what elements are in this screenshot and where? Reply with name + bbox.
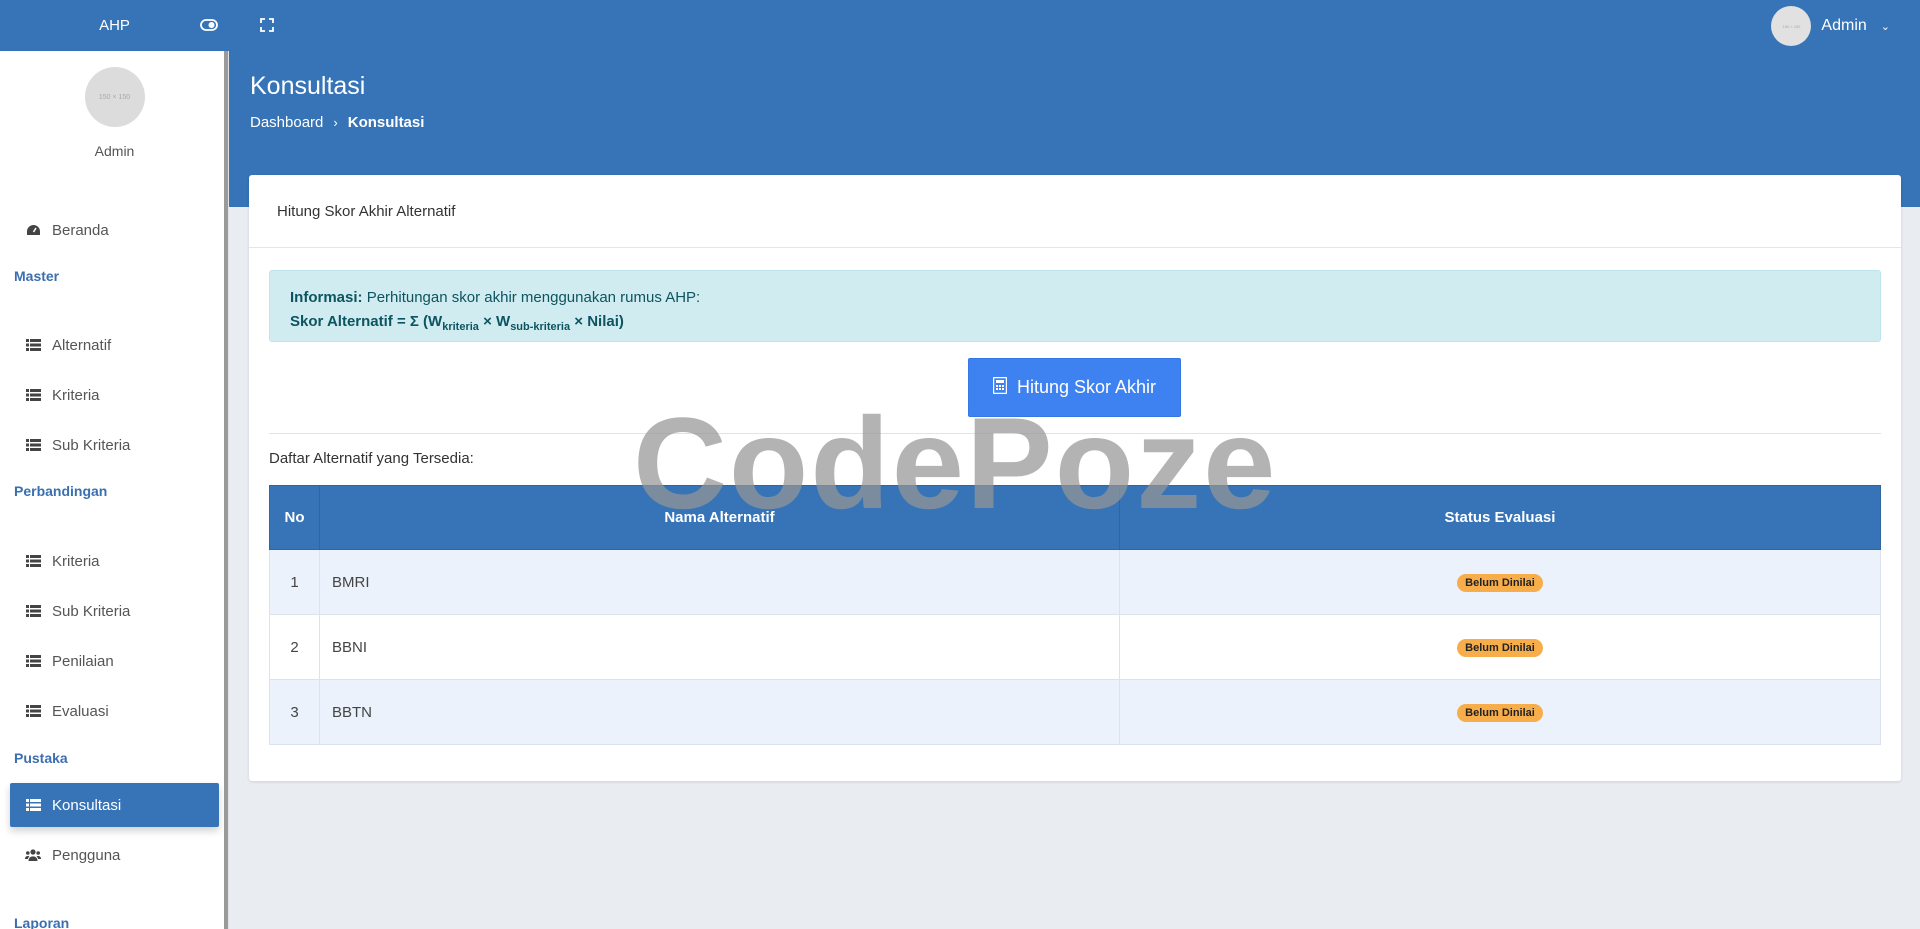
alert-formula: Skor Alternatif = Σ (Wkriteria × Wsub-kr… bbox=[290, 310, 1860, 339]
sidebar-item-label: Evaluasi bbox=[52, 702, 109, 720]
breadcrumb: Dashboard › Konsultasi bbox=[250, 114, 424, 131]
button-label: Hitung Skor Akhir bbox=[1016, 377, 1157, 397]
info-alert: Informasi: Perhitungan skor akhir menggu… bbox=[269, 270, 1881, 342]
dashboard-icon bbox=[24, 223, 42, 237]
list-icon bbox=[24, 654, 42, 668]
formula-label: Skor Alternatif bbox=[290, 313, 393, 330]
cell-name: BMRI bbox=[319, 549, 1120, 615]
sidebar-toggle-icon[interactable] bbox=[198, 14, 220, 36]
user-menu[interactable]: 150 × 150 Admin ⌄ bbox=[1771, 6, 1890, 46]
table-header-row: No Nama Alternatif Status Evaluasi bbox=[269, 485, 1881, 550]
sidebar-item-perbandingan-sub-kriteria[interactable]: Sub Kriteria bbox=[10, 589, 219, 633]
sidebar-item-kriteria[interactable]: Kriteria bbox=[10, 373, 219, 417]
breadcrumb-dashboard-link[interactable]: Dashboard bbox=[250, 114, 323, 131]
list-icon bbox=[24, 554, 42, 568]
sidebar-profile: 150 × 150 Admin bbox=[0, 67, 228, 159]
sidebar-item-perbandingan-kriteria[interactable]: Kriteria bbox=[10, 539, 219, 583]
cell-no: 2 bbox=[269, 614, 320, 680]
divider bbox=[269, 433, 1881, 434]
cell-status: Belum Dinilai bbox=[1119, 679, 1881, 745]
sidebar-item-label: Pengguna bbox=[52, 846, 121, 864]
formula-part: × Nilai) bbox=[570, 313, 624, 330]
sidebar-item-label: Sub Kriteria bbox=[52, 436, 131, 454]
cell-status: Belum Dinilai bbox=[1119, 614, 1881, 680]
table-row: 3 BBTN Belum Dinilai bbox=[269, 679, 1881, 745]
chevron-right-icon: › bbox=[333, 115, 338, 130]
table-row: 1 BMRI Belum Dinilai bbox=[269, 549, 1881, 615]
status-badge: Belum Dinilai bbox=[1457, 703, 1543, 722]
chevron-down-icon: ⌄ bbox=[1880, 20, 1890, 33]
sidebar-item-label: Sub Kriteria bbox=[52, 602, 131, 620]
profile-name: Admin bbox=[94, 143, 135, 159]
sidebar-item-alternatif[interactable]: Alternatif bbox=[10, 323, 219, 367]
formula-subscript: sub-kriteria bbox=[510, 321, 571, 333]
sidebar-item-label: Kriteria bbox=[52, 552, 100, 570]
sidebar-section-laporan: Laporan bbox=[14, 915, 70, 929]
brand-logo[interactable]: AHP bbox=[0, 0, 229, 51]
page-title: Konsultasi bbox=[250, 72, 366, 100]
column-header-name: Nama Alternatif bbox=[319, 485, 1120, 550]
status-badge: Belum Dinilai bbox=[1457, 638, 1543, 657]
sidebar-item-label: Beranda bbox=[52, 221, 109, 239]
sidebar-item-penilaian[interactable]: Penilaian bbox=[10, 639, 219, 683]
score-card: Hitung Skor Akhir Alternatif Informasi: … bbox=[249, 175, 1901, 781]
sidebar-item-beranda[interactable]: Beranda bbox=[10, 208, 219, 252]
sidebar-item-label: Penilaian bbox=[52, 652, 114, 670]
card-title: Hitung Skor Akhir Alternatif bbox=[249, 175, 1901, 248]
list-icon bbox=[24, 798, 42, 812]
profile-avatar: 150 × 150 bbox=[84, 67, 145, 127]
sidebar-scrollbar[interactable] bbox=[224, 51, 228, 929]
sidebar-item-label: Alternatif bbox=[52, 336, 112, 354]
user-name: Admin bbox=[1821, 17, 1867, 34]
list-icon bbox=[24, 604, 42, 618]
cell-no: 3 bbox=[269, 679, 320, 745]
sidebar-item-pengguna[interactable]: Pengguna bbox=[10, 833, 219, 877]
status-badge: Belum Dinilai bbox=[1457, 573, 1543, 592]
sidebar-item-konsultasi[interactable]: Konsultasi bbox=[10, 783, 219, 827]
sidebar-item-sub-kriteria[interactable]: Sub Kriteria bbox=[10, 423, 219, 467]
formula-part: × W bbox=[478, 313, 511, 330]
fullscreen-icon[interactable] bbox=[256, 14, 278, 36]
cell-name: BBTN bbox=[319, 679, 1120, 745]
list-label: Daftar Alternatif yang Tersedia: bbox=[269, 450, 474, 467]
list-icon bbox=[24, 438, 42, 452]
alert-line-1: Informasi: Perhitungan skor akhir menggu… bbox=[290, 286, 1860, 310]
formula-part: = Σ (W bbox=[392, 313, 443, 330]
list-icon bbox=[24, 704, 42, 718]
calculator-icon bbox=[992, 376, 1008, 399]
sidebar: 150 × 150 Admin Beranda Master Alternati… bbox=[0, 51, 229, 929]
calculate-score-button[interactable]: Hitung Skor Akhir bbox=[968, 358, 1181, 417]
column-header-status: Status Evaluasi bbox=[1119, 485, 1881, 550]
list-icon bbox=[24, 338, 42, 352]
sidebar-item-label: Kriteria bbox=[52, 386, 100, 404]
sidebar-item-evaluasi[interactable]: Evaluasi bbox=[10, 689, 219, 733]
cell-no: 1 bbox=[269, 549, 320, 615]
alert-label: Informasi: bbox=[290, 289, 363, 306]
sidebar-section-master: Master bbox=[14, 268, 60, 284]
column-header-no: No bbox=[269, 485, 320, 550]
avatar: 150 × 150 bbox=[1771, 6, 1812, 46]
alternatives-table: No Nama Alternatif Status Evaluasi 1 BMR… bbox=[269, 485, 1881, 745]
users-icon bbox=[24, 848, 42, 862]
table-row: 2 BBNI Belum Dinilai bbox=[269, 614, 1881, 680]
sidebar-section-pustaka: Pustaka bbox=[14, 750, 68, 766]
formula-subscript: kriteria bbox=[442, 321, 479, 333]
list-icon bbox=[24, 388, 42, 402]
sidebar-item-label: Konsultasi bbox=[52, 796, 122, 814]
cell-status: Belum Dinilai bbox=[1119, 549, 1881, 615]
sidebar-section-perbandingan: Perbandingan bbox=[14, 483, 108, 499]
top-navbar: AHP 150 × 150 Admin ⌄ bbox=[0, 0, 1920, 51]
breadcrumb-current: Konsultasi bbox=[347, 114, 425, 131]
alert-text: Perhitungan skor akhir menggunakan rumus… bbox=[366, 289, 701, 306]
cell-name: BBNI bbox=[319, 614, 1120, 680]
